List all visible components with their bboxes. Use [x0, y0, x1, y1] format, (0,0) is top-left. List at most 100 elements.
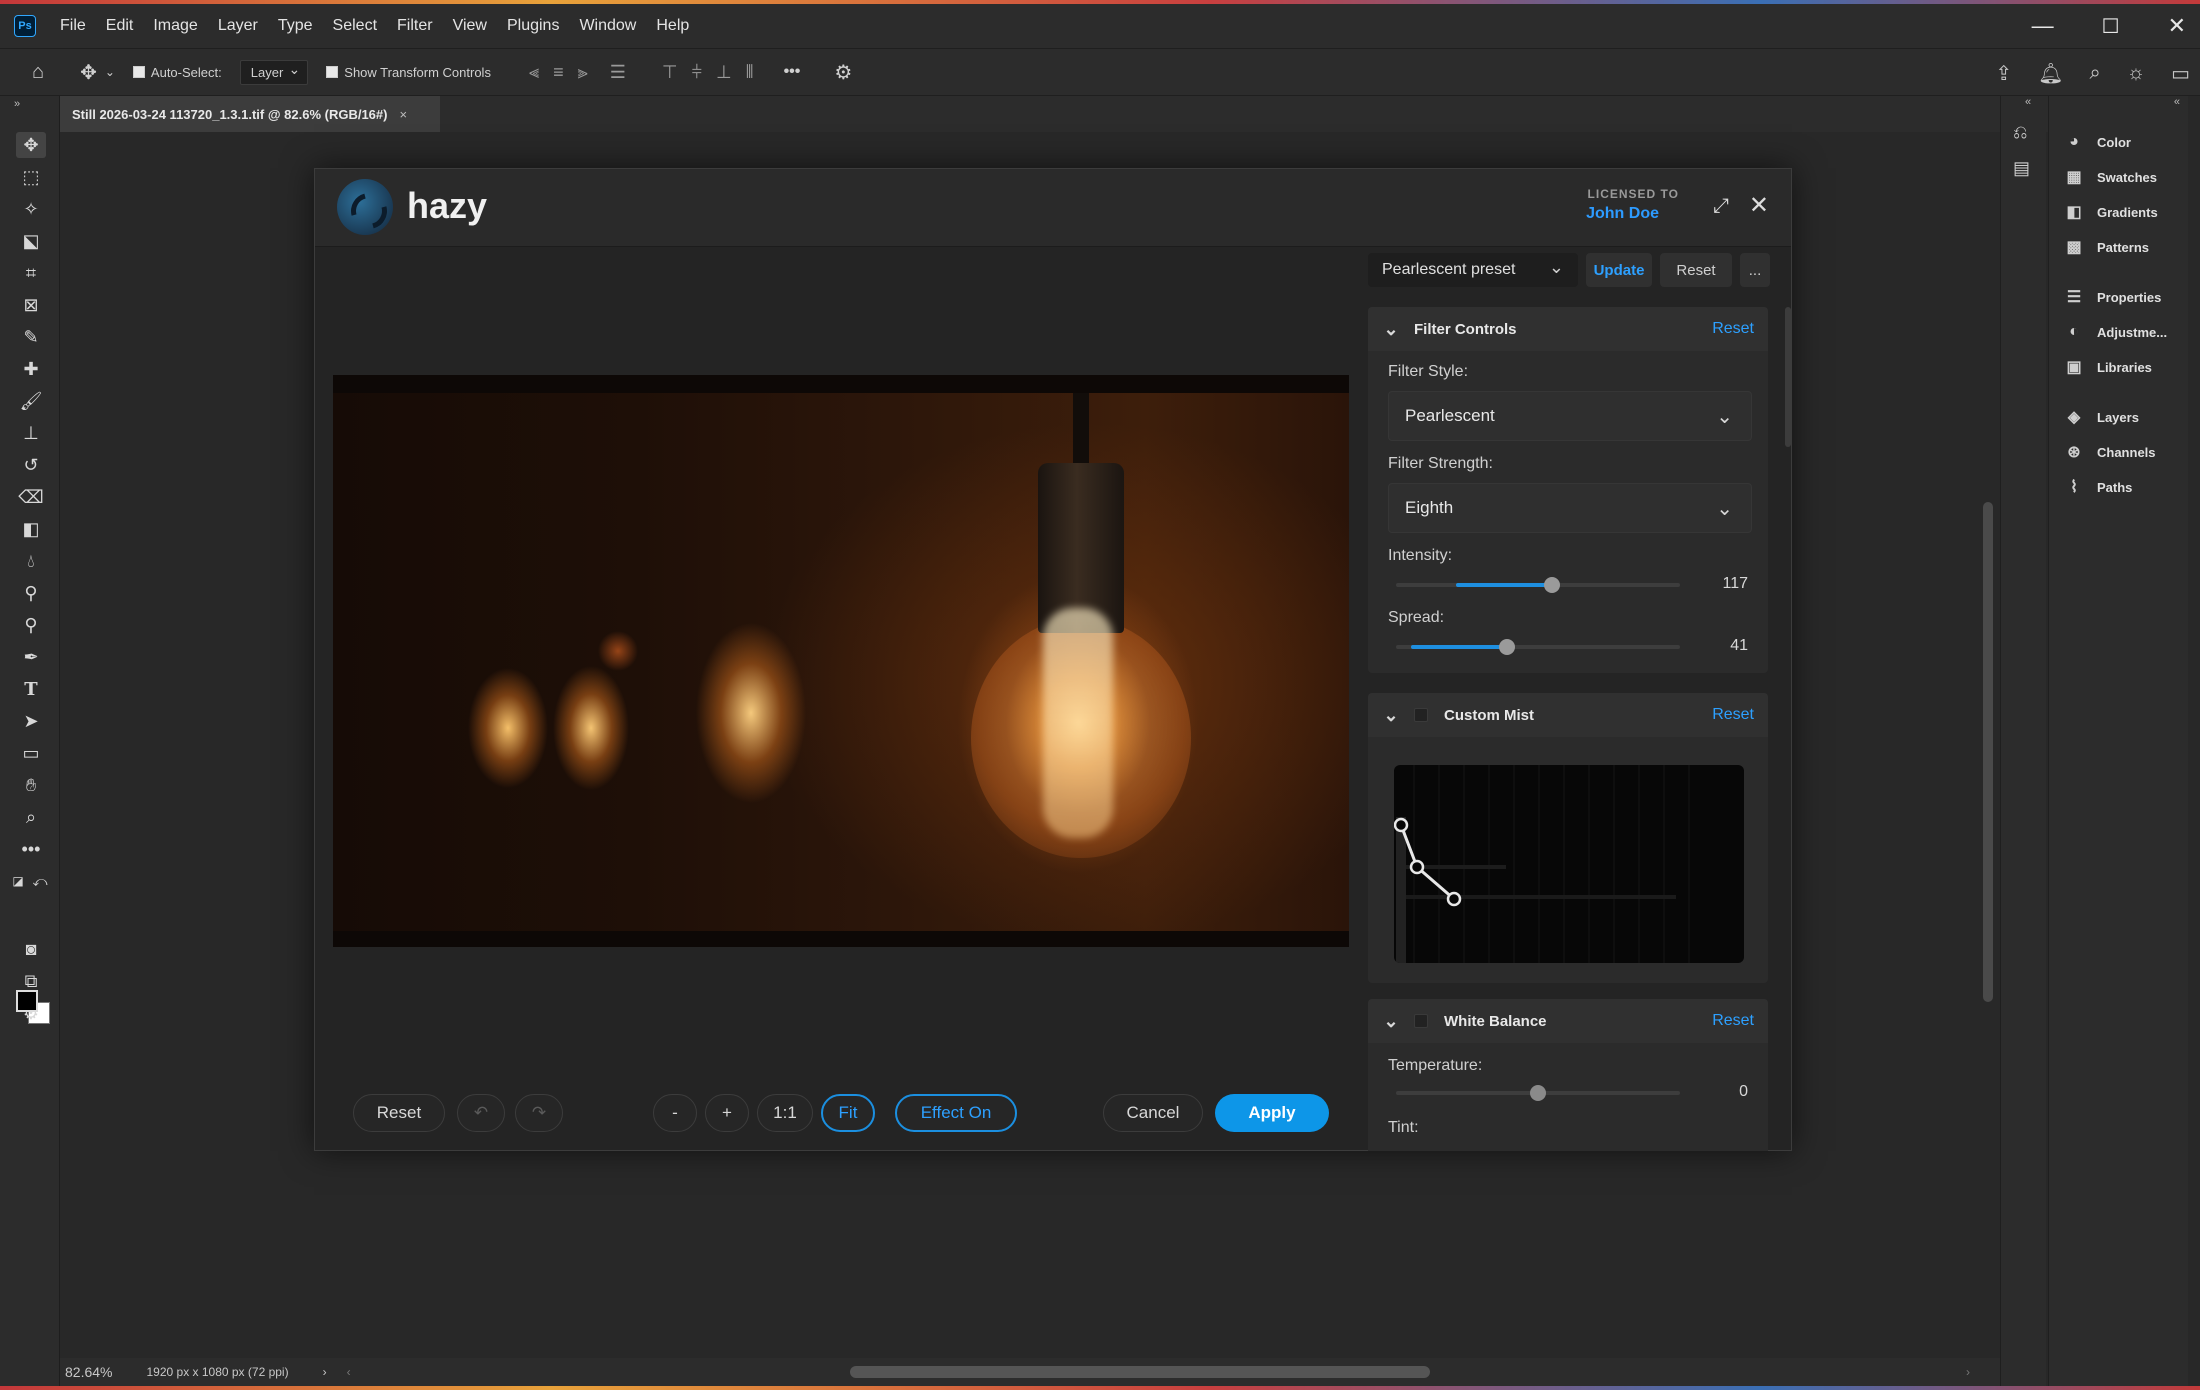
- align-bottom-icon[interactable]: ⊥: [716, 62, 732, 83]
- close-dialog-icon[interactable]: ✕: [1749, 191, 1769, 220]
- zoom-level[interactable]: 82.64%: [65, 1364, 112, 1380]
- filter-controls-reset-link[interactable]: Reset: [1712, 320, 1754, 338]
- align-left-icon[interactable]: ⫷: [529, 62, 539, 83]
- scroll-right-icon[interactable]: ›: [1966, 1365, 1970, 1379]
- quick-select-tool-icon[interactable]: ✧: [16, 196, 46, 222]
- comments-panel-icon[interactable]: ▤: [2013, 158, 2030, 179]
- filter-strength-dropdown[interactable]: Eighth ⌄: [1388, 483, 1752, 533]
- zoom-tool-icon[interactable]: ⌕: [16, 804, 46, 830]
- type-tool-icon[interactable]: T: [16, 676, 46, 702]
- close-window-button[interactable]: ✕: [2168, 13, 2186, 39]
- dodge-tool-icon[interactable]: ⚲: [16, 580, 46, 606]
- move-tool-icon[interactable]: ✥: [16, 132, 46, 158]
- zoom-one-to-one-button[interactable]: 1:1: [757, 1094, 813, 1132]
- custom-mist-reset-link[interactable]: Reset: [1712, 706, 1754, 724]
- custom-mist-header[interactable]: ⌄ Custom Mist Reset: [1368, 693, 1768, 737]
- distribute-icon[interactable]: ☰: [610, 62, 626, 83]
- menu-plugins[interactable]: Plugins: [497, 17, 569, 35]
- show-transform-checkbox[interactable]: [326, 65, 344, 80]
- temperature-value[interactable]: 0: [1739, 1083, 1748, 1101]
- controls-scrollbar-thumb[interactable]: [1785, 307, 1791, 447]
- white-balance-header[interactable]: ⌄ White Balance Reset: [1368, 999, 1768, 1043]
- auto-select-target-dropdown[interactable]: Layer: [239, 59, 309, 85]
- spread-slider[interactable]: [1396, 639, 1680, 655]
- zoom-in-button[interactable]: +: [705, 1094, 749, 1132]
- undo-button[interactable]: ↶: [457, 1094, 505, 1132]
- align-right-icon[interactable]: ⫸: [578, 62, 588, 83]
- temperature-slider-thumb[interactable]: [1530, 1085, 1546, 1101]
- mist-curve-point[interactable]: [1394, 817, 1409, 833]
- custom-mist-toggle[interactable]: [1414, 708, 1428, 722]
- effect-toggle-button[interactable]: Effect On: [895, 1094, 1017, 1132]
- horizontal-scroll-thumb[interactable]: [850, 1366, 1430, 1378]
- rectangle-tool-icon[interactable]: ▭: [16, 740, 46, 766]
- workspace-icon[interactable]: ▭: [2171, 61, 2190, 86]
- path-select-tool-icon[interactable]: ➤: [16, 708, 46, 734]
- photoshop-logo-icon[interactable]: Ps: [14, 15, 36, 37]
- intensity-slider[interactable]: [1396, 577, 1680, 593]
- dock-item-libraries[interactable]: ▣ Libraries: [2063, 353, 2151, 381]
- object-select-tool-icon[interactable]: ⬕: [16, 228, 46, 254]
- dock-item-paths[interactable]: ⌇ Paths: [2063, 473, 2132, 501]
- close-tab-icon[interactable]: ×: [399, 107, 407, 122]
- preset-dropdown[interactable]: Pearlescent preset ⌄: [1368, 253, 1578, 287]
- chevron-down-icon[interactable]: ⌄: [1368, 705, 1414, 726]
- pen-tool-icon[interactable]: ✒: [16, 644, 46, 670]
- brush-tool-icon[interactable]: 🖌︎: [16, 388, 46, 414]
- hand-tool-icon[interactable]: ✋︎: [16, 772, 46, 798]
- intensity-value[interactable]: 117: [1722, 575, 1748, 593]
- intensity-slider-thumb[interactable]: [1544, 577, 1561, 593]
- menu-filter[interactable]: Filter: [387, 17, 443, 35]
- dock-item-adjustments[interactable]: ◐ Adjustme...: [2063, 318, 2167, 346]
- stamp-tool-icon[interactable]: ⊥: [16, 420, 46, 446]
- minimize-button[interactable]: —: [2032, 13, 2054, 39]
- dock-item-layers[interactable]: ◈ Layers: [2063, 403, 2139, 431]
- vertical-scrollbar[interactable]: [1978, 132, 1998, 1360]
- search-icon[interactable]: ⌕: [2090, 62, 2101, 85]
- dock-item-patterns[interactable]: ▩ Patterns: [2063, 233, 2149, 261]
- scroll-left-icon[interactable]: ‹: [347, 1365, 351, 1379]
- default-colors-icon[interactable]: ◪: [8, 868, 28, 894]
- edit-toolbar-icon[interactable]: •••: [16, 836, 46, 862]
- filter-controls-header[interactable]: ⌄ Filter Controls Reset: [1368, 307, 1768, 351]
- cancel-button[interactable]: Cancel: [1103, 1094, 1203, 1132]
- align-top-icon[interactable]: ⊤: [662, 62, 678, 83]
- move-tool-icon[interactable]: ✥: [80, 60, 97, 85]
- redo-button[interactable]: ↷: [515, 1094, 563, 1132]
- dock-item-channels[interactable]: ⊛ Channels: [2063, 438, 2155, 466]
- more-options-button[interactable]: •••: [784, 63, 801, 81]
- discover-lightbulb-icon[interactable]: ☼: [2127, 62, 2145, 85]
- preset-more-button[interactable]: ...: [1740, 253, 1770, 287]
- collapse-toolbar-icon[interactable]: »: [14, 98, 20, 110]
- dock-item-gradients[interactable]: ◧ Gradients: [2063, 198, 2157, 226]
- home-icon[interactable]: ⌂: [32, 61, 44, 84]
- dock-item-swatches[interactable]: ▦ Swatches: [2063, 163, 2157, 191]
- menu-view[interactable]: View: [443, 17, 497, 35]
- reset-preview-button[interactable]: Reset: [353, 1094, 445, 1132]
- menu-file[interactable]: File: [50, 17, 96, 35]
- gradient-tool-icon[interactable]: ◧: [16, 516, 46, 542]
- notifications-icon[interactable]: 🔔︎: [2038, 61, 2063, 86]
- marquee-tool-icon[interactable]: ⬚: [16, 164, 46, 190]
- expand-dialog-icon[interactable]: ⤢: [1713, 195, 1729, 218]
- document-tab[interactable]: Still 2026-03-24 113720_1.3.1.tif @ 82.6…: [60, 96, 440, 132]
- dock-item-properties[interactable]: ☰ Properties: [2063, 283, 2161, 311]
- fit-button[interactable]: Fit: [821, 1094, 875, 1132]
- maximize-button[interactable]: ☐: [2102, 14, 2120, 39]
- tool-preset-chevron-icon[interactable]: ⌄: [105, 65, 115, 79]
- mist-curve-point[interactable]: [1446, 891, 1462, 907]
- chevron-down-icon[interactable]: ⌄: [1368, 1011, 1414, 1032]
- reset-preset-button[interactable]: Reset: [1660, 253, 1732, 287]
- align-middle-icon[interactable]: ⫩: [692, 62, 702, 83]
- align-center-icon[interactable]: ≡: [553, 62, 564, 83]
- distribute-vertical-icon[interactable]: ⦀: [746, 62, 754, 83]
- quick-mask-icon[interactable]: ◙: [16, 936, 46, 962]
- mist-curve-graph[interactable]: [1394, 765, 1744, 963]
- eraser-tool-icon[interactable]: ⌫: [16, 484, 46, 510]
- filter-style-dropdown[interactable]: Pearlescent ⌄: [1388, 391, 1752, 441]
- history-panel-icon[interactable]: ⎌: [2013, 122, 2027, 143]
- smudge-tool-icon[interactable]: ⚲: [16, 612, 46, 638]
- gear-icon[interactable]: ⚙: [834, 60, 852, 85]
- swap-colors-icon[interactable]: ⤺: [30, 868, 50, 894]
- menu-edit[interactable]: Edit: [96, 17, 144, 35]
